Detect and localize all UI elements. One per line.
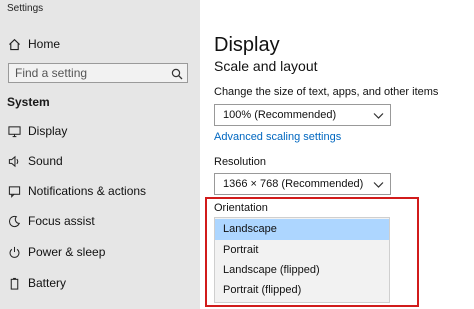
- sidebar-item-home[interactable]: Home: [0, 32, 200, 56]
- moon-icon: [7, 214, 21, 228]
- orientation-option-landscape[interactable]: Landscape: [215, 219, 389, 240]
- power-icon: [7, 245, 21, 259]
- sidebar-item-label: Home: [28, 37, 61, 51]
- scale-value: 100% (Recommended): [223, 109, 337, 121]
- orientation-label: Orientation: [214, 202, 268, 214]
- speaker-icon: [7, 154, 21, 168]
- orientation-option-portrait[interactable]: Portrait: [215, 240, 389, 261]
- sidebar-item-display[interactable]: Display: [0, 119, 200, 143]
- search-input[interactable]: [15, 65, 165, 81]
- scale-label: Change the size of text, apps, and other…: [214, 86, 439, 98]
- resolution-label: Resolution: [214, 156, 266, 168]
- sidebar-item-label: Power & sleep: [28, 245, 106, 259]
- resolution-dropdown[interactable]: 1366 × 768 (Recommended): [214, 173, 391, 195]
- chevron-down-icon: [373, 179, 384, 190]
- home-icon: [7, 37, 21, 51]
- sidebar-item-sound[interactable]: Sound: [0, 149, 200, 173]
- advanced-scaling-link[interactable]: Advanced scaling settings: [214, 131, 341, 143]
- notifications-icon: [7, 184, 21, 198]
- search-field[interactable]: [8, 63, 188, 83]
- sidebar-item-label: Battery: [28, 276, 67, 290]
- sidebar-item-label: Focus assist: [28, 214, 95, 228]
- battery-icon: [7, 276, 21, 290]
- section-title: Scale and layout: [214, 58, 318, 74]
- sidebar-item-power-sleep[interactable]: Power & sleep: [0, 240, 200, 264]
- page-title: Display: [214, 34, 280, 56]
- orientation-option-landscape-flipped[interactable]: Landscape (flipped): [215, 260, 389, 281]
- sidebar-item-focus-assist[interactable]: Focus assist: [0, 209, 200, 233]
- scale-dropdown[interactable]: 100% (Recommended): [214, 104, 391, 126]
- content-pane: Display Scale and layout Change the size…: [200, 0, 474, 309]
- monitor-icon: [7, 124, 21, 138]
- resolution-value: 1366 × 768 (Recommended): [223, 178, 364, 190]
- orientation-dropdown-list: Landscape Portrait Landscape (flipped) P…: [214, 217, 390, 303]
- search-icon[interactable]: [171, 67, 183, 80]
- orientation-option-portrait-flipped[interactable]: Portrait (flipped): [215, 280, 389, 301]
- chevron-down-icon: [373, 110, 384, 121]
- section-heading-system: System: [7, 95, 50, 109]
- sidebar-item-label: Sound: [28, 154, 63, 168]
- sidebar-item-notifications[interactable]: Notifications & actions: [0, 179, 200, 203]
- sidebar-item-label: Notifications & actions: [28, 184, 147, 198]
- sidebar: Settings Home System Display Sound Notif…: [0, 0, 200, 309]
- window-title: Settings: [7, 3, 44, 14]
- sidebar-item-battery[interactable]: Battery: [0, 271, 200, 295]
- sidebar-item-label: Display: [28, 124, 68, 138]
